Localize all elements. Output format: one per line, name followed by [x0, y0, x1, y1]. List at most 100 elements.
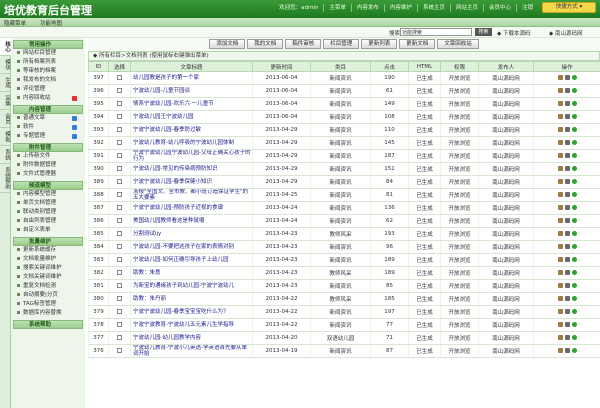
menu-group-title[interactable]: 批量维护 [13, 237, 83, 246]
status-icon[interactable] [571, 231, 577, 236]
edit-icon[interactable] [557, 153, 563, 158]
row-title-link[interactable]: 宁波幼儿园-幼儿园教学内容 [133, 335, 201, 341]
row-checkbox[interactable] [117, 244, 122, 249]
sidebar-tab[interactable]: 会员 [0, 110, 11, 128]
preview-icon[interactable] [564, 257, 570, 262]
row-title-link[interactable]: 幼儿园教是孩子的第一个家 [133, 75, 199, 81]
preview-icon[interactable] [564, 296, 570, 301]
row-category[interactable]: 新闻资讯 [310, 97, 371, 111]
row-category[interactable]: 新闻资讯 [310, 175, 371, 189]
row-title-link[interactable]: 宁波幼儿园王宁波幼儿园 [133, 114, 194, 120]
row-title-link[interactable]: 宁波幼儿园-儿童节园谈 [133, 88, 190, 94]
edit-icon[interactable] [557, 140, 563, 145]
sidebar-menu-item[interactable]: 单页文档管理 [13, 199, 83, 208]
row-title-link[interactable]: 分割测试ijy [133, 231, 161, 237]
preview-icon[interactable] [564, 166, 570, 171]
status-icon[interactable] [571, 244, 577, 249]
top-nav-item[interactable]: 网站主页 [449, 4, 483, 12]
sidebar-menu-item[interactable]: 内容回收站 [13, 94, 83, 103]
row-category[interactable]: 新闻资讯 [310, 253, 371, 267]
add-icon[interactable] [72, 96, 77, 101]
row-checkbox[interactable] [117, 270, 122, 275]
sidebar-menu-item[interactable]: TAG标签管理 [13, 300, 83, 309]
sidebar-menu-item[interactable]: 更新系统缓存 [13, 246, 83, 255]
row-checkbox[interactable] [117, 101, 122, 106]
row-title-link[interactable]: 宁波幼儿教育-幼儿呼吸的宁波幼儿园体制 [133, 140, 234, 146]
row-checkbox[interactable] [117, 88, 122, 93]
status-icon[interactable] [571, 270, 577, 275]
status-icon[interactable] [571, 101, 577, 106]
preview-icon[interactable] [564, 231, 570, 236]
row-checkbox[interactable] [117, 192, 122, 197]
row-title-link[interactable]: 宁波幼儿园-不要把这孩子在家的表情对别 [133, 244, 234, 250]
edit-icon[interactable] [557, 283, 563, 288]
download-link[interactable]: ◆ 下载本源码 [497, 29, 531, 37]
status-icon[interactable] [571, 309, 577, 314]
menu-group-title[interactable]: 常用操作 [13, 40, 83, 49]
status-icon[interactable] [571, 192, 577, 197]
row-checkbox[interactable] [117, 335, 122, 340]
row-checkbox[interactable] [117, 114, 122, 119]
preview-icon[interactable] [564, 140, 570, 145]
row-checkbox[interactable] [117, 153, 122, 158]
edit-icon[interactable] [557, 101, 563, 106]
row-category[interactable]: 新闻资讯 [310, 240, 371, 254]
preview-icon[interactable] [564, 114, 570, 119]
preview-icon[interactable] [564, 192, 570, 197]
row-category[interactable]: 教师风采 [310, 227, 371, 241]
edit-icon[interactable] [557, 296, 563, 301]
row-title-link[interactable]: 浙报"全国文、全市教、都小班订造保证学生"的五大要素 [133, 189, 248, 201]
status-icon[interactable] [571, 153, 577, 158]
preview-icon[interactable] [564, 127, 570, 132]
sidebar-menu-item[interactable]: 所有档案列表 [13, 58, 83, 67]
sidebar-menu-item[interactable]: 自定义表单 [13, 226, 83, 235]
row-title-link[interactable]: 助教：朱丹丽 [133, 296, 166, 302]
row-checkbox[interactable] [117, 75, 122, 80]
status-icon[interactable] [571, 114, 577, 119]
row-title-link[interactable]: 情系宁波幼儿园-欢乐六·一儿童节 [133, 101, 214, 107]
sidebar-tab[interactable]: 系统 [0, 146, 11, 164]
edit-icon[interactable] [557, 218, 563, 223]
edit-icon[interactable] [557, 309, 563, 314]
sidebar-menu-item[interactable]: 数据库内容替换 [13, 309, 83, 318]
preview-icon[interactable] [564, 348, 570, 353]
search-input[interactable]: 功能搜索 [400, 28, 472, 36]
row-title-link[interactable]: 宁波幼儿园-如何正确引导孩子上幼儿园 [133, 257, 229, 263]
row-category[interactable]: 双语幼儿园 [310, 331, 371, 345]
row-title-link[interactable]: 为新宝的通缘孩子到幼儿园-宁波宁波幼儿 [133, 283, 234, 289]
sidebar-tab[interactable]: 系统帮助 [0, 164, 11, 193]
menu-group-title[interactable]: 系统帮助 [13, 320, 83, 329]
sidebar-menu-item[interactable]: 评论管理 [13, 85, 83, 94]
row-category[interactable]: 新闻资讯 [310, 318, 371, 332]
preview-icon[interactable] [564, 283, 570, 288]
preview-icon[interactable] [564, 270, 570, 275]
edit-icon[interactable] [557, 114, 563, 119]
sidebar-menu-item[interactable]: 自动摘要|分页 [13, 291, 83, 300]
row-title-link[interactable]: 宁波宁波教育-宁波幼儿五元素儿生学指导 [133, 322, 234, 328]
top-nav-item[interactable]: 注销 [515, 4, 538, 12]
preview-icon[interactable] [564, 205, 570, 210]
row-title-link[interactable]: 宁波宁波幼儿园-预防孩子近视的食谱 [133, 205, 223, 211]
row-checkbox[interactable] [117, 205, 122, 210]
sidebar-menu-item[interactable]: 普通文章 [13, 114, 83, 123]
top-nav-item[interactable]: 系统主页 [416, 4, 450, 12]
sidebar-menu-item[interactable]: 附件数据管理 [13, 161, 83, 170]
row-checkbox[interactable] [117, 257, 122, 262]
search-button[interactable]: 搜索 [475, 28, 492, 36]
row-title-link[interactable]: 助教：朱意 [133, 270, 161, 276]
preview-icon[interactable] [564, 322, 570, 327]
menu-group-title[interactable]: 内容管理 [13, 105, 83, 114]
row-title-link[interactable]: 宁波幼儿园-常见的传染病预防知识 [133, 166, 218, 172]
edit-icon[interactable] [557, 257, 563, 262]
sidebar-tab[interactable]: 模板 [0, 128, 11, 146]
sidebar-menu-item[interactable]: 搜索关键词维护 [13, 264, 83, 273]
toolbar-button[interactable]: 我的文档 [247, 39, 284, 49]
row-category[interactable]: 新闻资讯 [310, 188, 371, 202]
sidebar-tab[interactable]: 采集 [0, 92, 11, 110]
row-title-link[interactable]: 宁波宁波幼儿园-春季保健小知识 [133, 179, 212, 185]
edit-icon[interactable] [557, 205, 563, 210]
row-title-link[interactable]: 宁波宁波幼儿园宁波幼儿园-父母正确关心孩子的行为 [133, 150, 251, 162]
row-category[interactable]: 新闻资讯 [310, 162, 371, 176]
edit-icon[interactable] [557, 322, 563, 327]
row-category[interactable]: 新闻资讯 [310, 149, 371, 163]
